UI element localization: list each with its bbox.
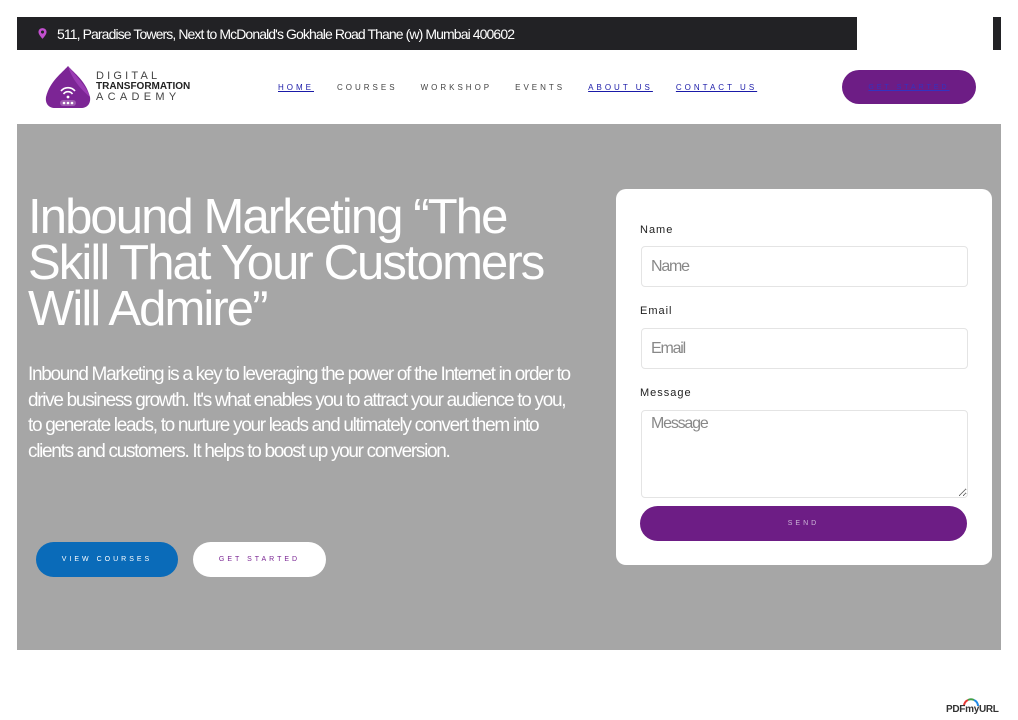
nav-contact-us[interactable]: CONTACT US — [676, 83, 757, 92]
hero-section: Inbound Marketing “The Skill That Your C… — [17, 124, 1001, 650]
hero-title: Inbound Marketing “The Skill That Your C… — [28, 190, 545, 336]
name-input[interactable] — [641, 246, 968, 287]
view-courses-button[interactable]: VIEW COURSES — [36, 542, 178, 577]
logo-wordmark: DIGITAL TRANSFORMATION ACADEMY — [96, 70, 190, 104]
main-nav: HOME COURSES WORKSHOP EVENTS ABOUT US CO… — [278, 83, 757, 92]
address-text: 511, Paradise Towers, Next to McDonald's… — [57, 25, 515, 42]
name-label: Name — [640, 224, 674, 236]
header-get-started-label: GET STARTED — [868, 83, 950, 91]
email-input[interactable] — [641, 328, 968, 369]
message-label: Message — [640, 387, 692, 399]
message-textarea[interactable] — [641, 410, 968, 498]
nav-events[interactable]: EVENTS — [515, 83, 565, 92]
send-button[interactable]: SEND — [640, 506, 967, 541]
page: 511, Paradise Towers, Next to McDonald's… — [0, 0, 1018, 720]
header-get-started-button[interactable]: GET STARTED — [842, 70, 976, 104]
send-label: SEND — [787, 520, 820, 527]
logo-line-academy: ACADEMY — [96, 91, 181, 104]
email-label: Email — [640, 305, 673, 317]
nav-about-us[interactable]: ABOUT US — [588, 83, 653, 92]
pdfmyurl-watermark: PDFmyURL — [946, 704, 999, 715]
contact-form-card: Name Email Message SEND — [616, 189, 992, 565]
site-header: DIGITAL TRANSFORMATION ACADEMY HOME COUR… — [17, 50, 1001, 124]
nav-workshop[interactable]: WORKSHOP — [421, 83, 493, 92]
hero-get-started-button[interactable]: GET STARTED — [193, 542, 326, 577]
hero-get-started-label: GET STARTED — [218, 556, 301, 563]
hero-description: Inbound Marketing is a key to leveraging… — [28, 364, 571, 462]
logo[interactable]: DIGITAL TRANSFORMATION ACADEMY — [43, 64, 190, 110]
social-links — [857, 17, 993, 50]
view-courses-label: VIEW COURSES — [61, 556, 153, 563]
location-pin-icon — [38, 28, 47, 39]
nav-courses[interactable]: COURSES — [337, 83, 398, 92]
top-info-bar: 511, Paradise Towers, Next to McDonald's… — [17, 17, 1001, 50]
academy-logo-icon — [45, 66, 91, 108]
nav-home[interactable]: HOME — [278, 83, 314, 92]
